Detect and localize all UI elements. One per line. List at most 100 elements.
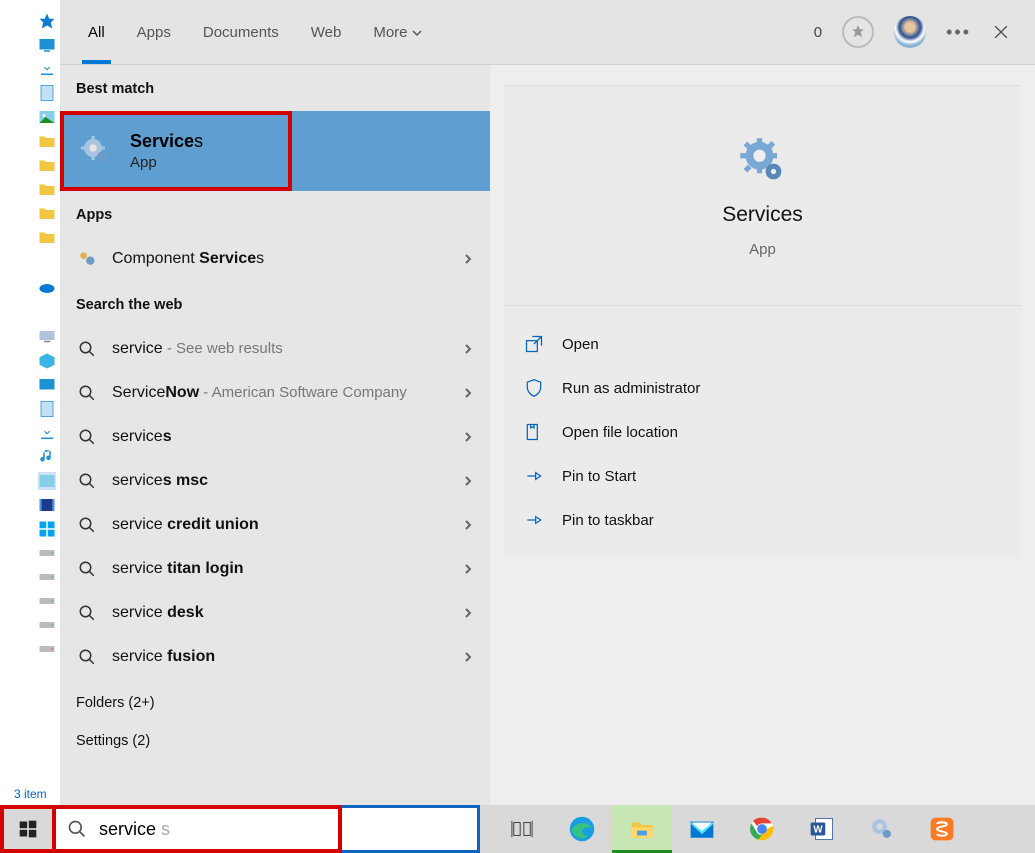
picture-icon [38, 108, 56, 126]
search-icon [67, 819, 87, 839]
search-icon [78, 648, 96, 666]
selection-count: 3 item [14, 787, 47, 801]
folders-label[interactable]: Folders (2+) [60, 679, 490, 725]
web-result[interactable]: service desk [60, 591, 490, 635]
folder-icon [38, 204, 56, 222]
action-open[interactable]: Open [524, 322, 1001, 366]
search-icon [78, 340, 96, 358]
taskbar: s W [0, 805, 1035, 853]
word-icon[interactable]: W [792, 805, 852, 853]
windows-icon [38, 520, 56, 538]
chrome-icon[interactable] [732, 805, 792, 853]
chevron-right-icon [462, 387, 474, 399]
result-label: service - See web results [112, 338, 448, 360]
pin-icon [524, 466, 544, 486]
chevron-right-icon [462, 519, 474, 531]
tab-more[interactable]: More [373, 2, 421, 63]
settings-label[interactable]: Settings (2) [60, 725, 490, 763]
result-label: ServiceNow - American Software Company [112, 382, 448, 404]
search-icon [78, 384, 96, 402]
best-match-subtitle: App [130, 154, 203, 171]
video-icon [38, 496, 56, 514]
search-icon [78, 516, 96, 534]
web-result[interactable]: services [60, 415, 490, 459]
search-input[interactable] [99, 808, 477, 850]
web-result[interactable]: ServiceNow - American Software Company [60, 371, 490, 415]
desktop-icons-column: 3 item [0, 0, 60, 805]
web-result[interactable]: service fusion [60, 635, 490, 679]
action-open-location[interactable]: Open file location [524, 410, 1001, 454]
thispc-icon [38, 328, 56, 346]
svg-text:W: W [813, 824, 823, 835]
result-label: service titan login [112, 558, 448, 580]
action-label: Pin to taskbar [562, 512, 654, 529]
search-header: All Apps Documents Web More 0 ••• [60, 0, 1035, 65]
web-result[interactable]: service - See web results [60, 327, 490, 371]
xampp-icon[interactable] [912, 805, 972, 853]
filter-tabs: All Apps Documents Web More [74, 2, 814, 63]
search-icon [78, 472, 96, 490]
chevron-right-icon [462, 563, 474, 575]
mail-icon[interactable] [672, 805, 732, 853]
folder-location-icon [524, 422, 544, 442]
action-label: Open file location [562, 424, 678, 441]
search-icon [78, 604, 96, 622]
shield-icon [524, 378, 544, 398]
tab-all[interactable]: All [88, 2, 105, 63]
more-options-icon[interactable]: ••• [946, 22, 971, 43]
folder-icon [38, 228, 56, 246]
folder-icon [38, 132, 56, 150]
drive-icon [38, 568, 56, 586]
folder-icon [38, 180, 56, 198]
music-icon [38, 448, 56, 466]
document-icon [38, 400, 56, 418]
action-label: Pin to Start [562, 468, 636, 485]
drive-icon [38, 544, 56, 562]
tab-apps[interactable]: Apps [137, 2, 171, 63]
action-run-admin[interactable]: Run as administrator [524, 366, 1001, 410]
monitor-icon [38, 36, 56, 54]
rewards-badge-icon[interactable] [842, 16, 874, 48]
file-explorer-icon[interactable] [612, 805, 672, 853]
pin-icon [524, 510, 544, 530]
chevron-right-icon [462, 475, 474, 487]
search-icon [78, 428, 96, 446]
action-pin-taskbar[interactable]: Pin to taskbar [524, 498, 1001, 542]
result-label: services [112, 426, 448, 448]
services-gear-icon [735, 133, 791, 189]
action-pin-start[interactable]: Pin to Start [524, 454, 1001, 498]
services-taskbar-icon[interactable] [852, 805, 912, 853]
taskbar-search-box[interactable]: s [52, 805, 480, 853]
chevron-right-icon [462, 607, 474, 619]
onedrive-icon [38, 278, 56, 296]
user-avatar[interactable] [894, 16, 926, 48]
web-result[interactable]: services msc [60, 459, 490, 503]
result-component-services[interactable]: Component Services [60, 237, 490, 281]
web-result[interactable]: service credit union [60, 503, 490, 547]
download-icon [38, 424, 56, 442]
action-label: Run as administrator [562, 380, 700, 397]
rewards-score: 0 [814, 24, 822, 41]
drive-icon [38, 640, 56, 658]
close-icon[interactable] [991, 22, 1011, 42]
star-icon [38, 12, 56, 30]
result-label: service credit union [112, 514, 448, 536]
task-view-icon[interactable] [492, 805, 552, 853]
web-result[interactable]: service titan login [60, 547, 490, 591]
start-button[interactable] [0, 805, 52, 853]
result-label: service fusion [112, 646, 448, 668]
search-web-label: Search the web [60, 281, 490, 327]
cube-icon [38, 352, 56, 370]
open-icon [524, 334, 544, 354]
action-label: Open [562, 336, 599, 353]
result-label: Component Services [112, 248, 448, 270]
best-match-result[interactable]: Services App [60, 111, 490, 191]
tab-web[interactable]: Web [311, 2, 342, 63]
drive-icon [38, 592, 56, 610]
best-match-title: Services [130, 131, 203, 152]
results-list: Best match [60, 65, 490, 805]
drive-icon [38, 616, 56, 634]
edge-browser-icon[interactable] [552, 805, 612, 853]
tab-documents[interactable]: Documents [203, 2, 279, 63]
chevron-right-icon [462, 651, 474, 663]
